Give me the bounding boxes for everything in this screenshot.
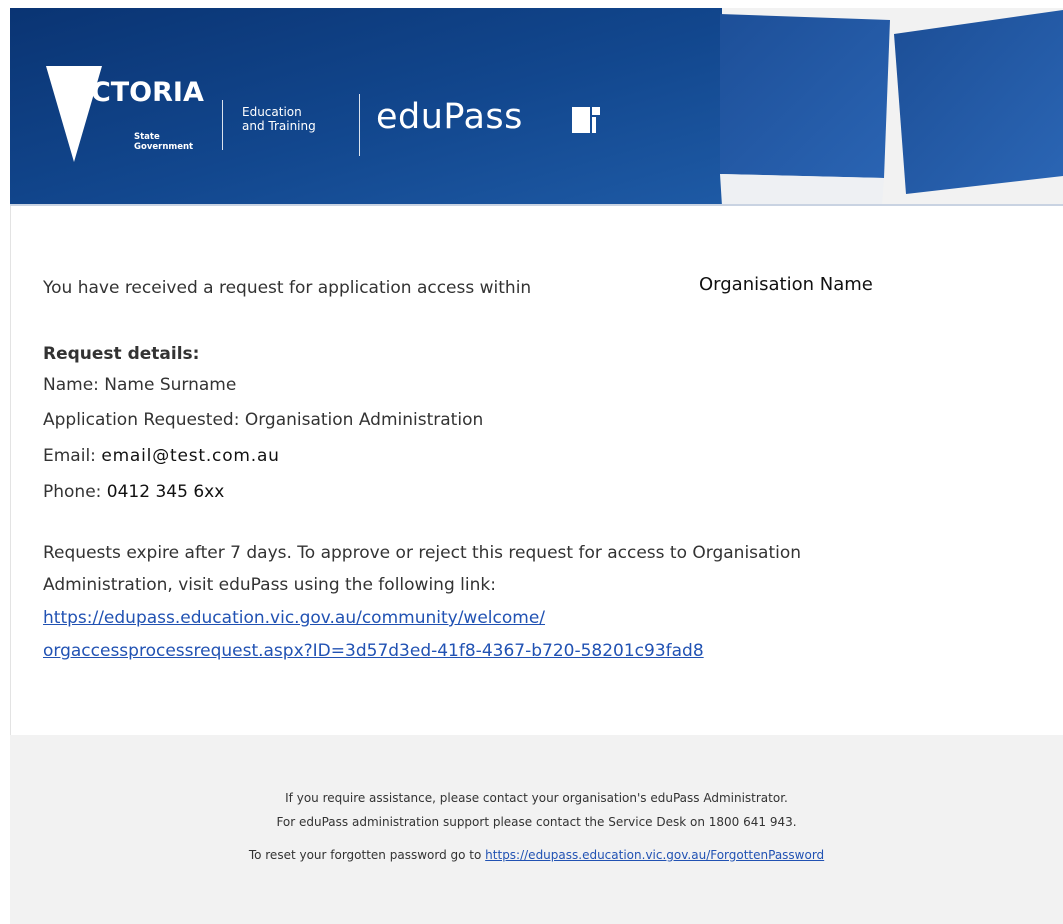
reset-password-row: To reset your forgotten password go to h… [10,847,1063,863]
edupass-brand: eduPass [376,97,523,137]
state-government-text: State Government [134,132,204,152]
email-label: Email: [43,446,96,466]
request-link-line-2[interactable]: orgaccessprocessrequest.aspx?ID=3d57d3ed… [43,640,704,662]
expiry-text-line-2: Administration, visit eduPass using the … [43,575,496,595]
application-row: Application Requested: Organisation Admi… [43,409,483,431]
application-value: Organisation Administration [244,410,484,430]
message-body: You have received a request for applicat… [10,206,1063,735]
footer: If you require assistance, please contac… [10,735,1063,924]
phone-value: 0412 345 6xx [106,482,225,502]
request-details-heading: Request details: [43,344,200,364]
assistance-text: If you require assistance, please contac… [285,791,788,805]
edupass-logo-icon [572,107,600,133]
email-value: email@test.com.au [101,446,280,466]
header-banner: VICTORIA State Government Education and … [10,8,1063,206]
department-line-2: and Training [242,119,316,133]
email-row: Email: email@test.com.au [43,445,280,467]
department-name: Education and Training [242,105,352,133]
name-row: Name: Name Surname [43,374,236,396]
brand-divider [359,94,360,156]
intro-text: You have received a request for applicat… [43,277,531,299]
request-link-line-1[interactable]: https://edupass.education.vic.gov.au/com… [43,607,545,629]
government-label: Government [134,142,194,152]
organisation-name: Organisation Name [699,274,873,295]
top-edge [0,0,1063,8]
email-message: VICTORIA State Government Education and … [0,0,1063,924]
support-text: For eduPass administration support pleas… [276,815,797,829]
victoria-wordmark: VICTORIA [60,77,204,108]
name-value: Name Surname [104,375,237,395]
forgotten-password-link[interactable]: https://edupass.education.vic.gov.au/For… [485,848,824,862]
request-link-part-1[interactable]: https://edupass.education.vic.gov.au/com… [43,608,545,628]
state-label: State [134,132,160,142]
phone-label: Phone: [43,482,102,502]
phone-row: Phone: 0412 345 6xx [43,481,224,503]
request-link-part-2[interactable]: orgaccessprocessrequest.aspx?ID=3d57d3ed… [43,641,704,661]
logo-divider [222,100,223,150]
department-line-1: Education [242,105,302,119]
expiry-text-line-1: Requests expire after 7 days. To approve… [43,543,802,563]
name-label: Name: [43,375,99,395]
intro-sentence: You have received a request for applicat… [43,278,532,298]
application-label: Application Requested: [43,410,240,430]
reset-password-prefix: To reset your forgotten password go to [248,848,482,862]
